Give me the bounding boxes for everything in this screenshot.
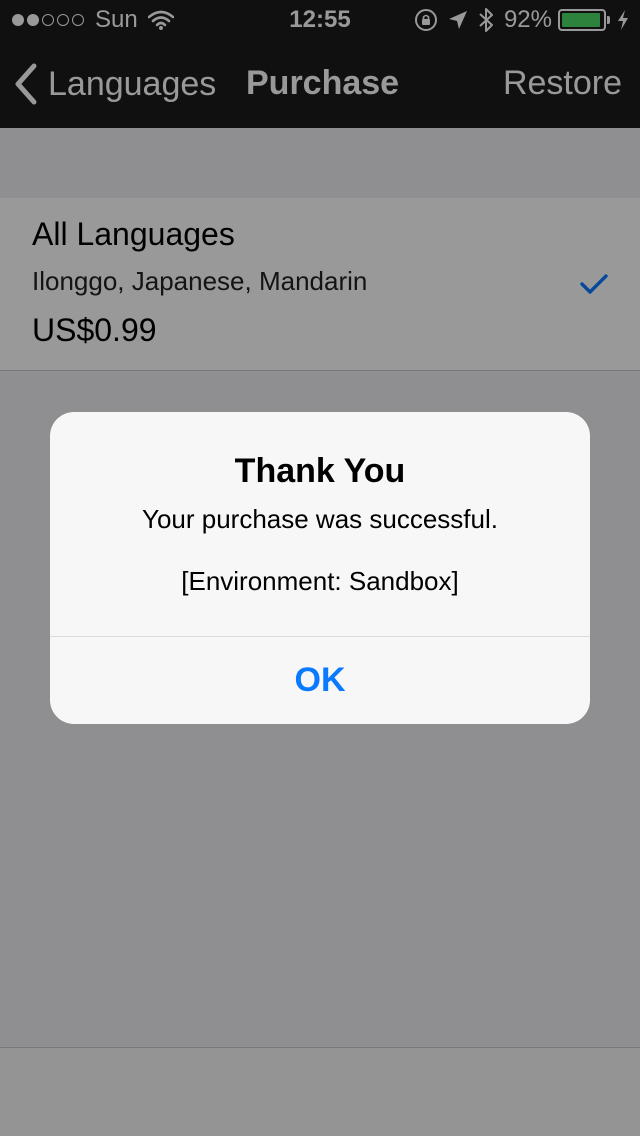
alert-environment-note: [Environment: Sandbox] bbox=[181, 566, 459, 596]
alert-title: Thank You bbox=[234, 452, 406, 490]
alert-message: Your purchase was successful. bbox=[141, 504, 498, 534]
ok-button[interactable]: OK bbox=[50, 637, 590, 724]
purchase-success-alert: Thank You Your purchase was successful. … bbox=[50, 412, 590, 724]
